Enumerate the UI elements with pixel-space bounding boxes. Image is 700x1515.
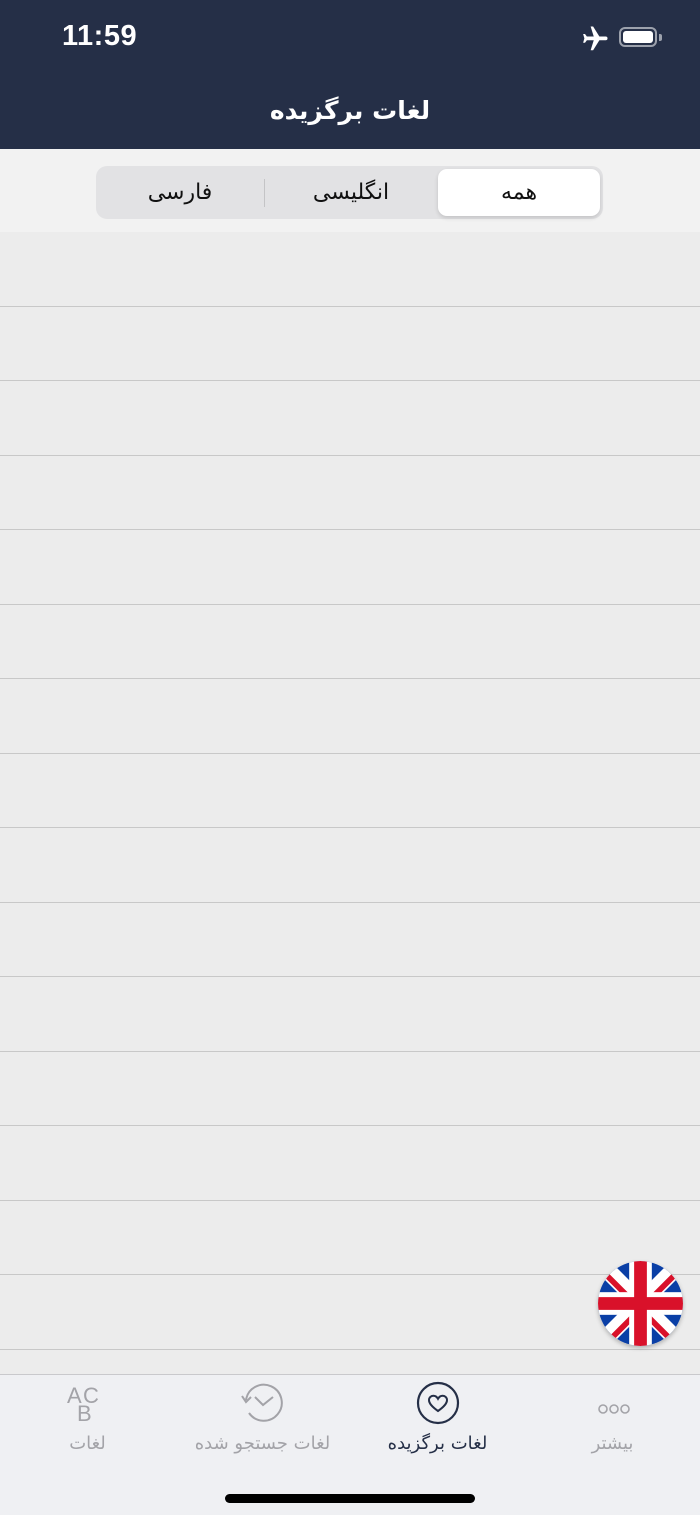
list-item [0, 1126, 700, 1201]
tab-words-label: لغات [69, 1433, 106, 1454]
more-icon [598, 1404, 630, 1414]
list-item [0, 754, 700, 828]
airplane-mode-icon [583, 26, 608, 51]
list-item [0, 307, 700, 381]
heart-icon [416, 1381, 460, 1425]
list-item [0, 456, 700, 530]
history-icon [241, 1383, 283, 1422]
battery-icon [619, 27, 657, 47]
language-flag-button[interactable] [598, 1261, 683, 1346]
tab-words[interactable]: A C B لغات [0, 1375, 175, 1475]
list-item [0, 679, 700, 754]
favorites-list[interactable] [0, 232, 700, 1374]
uk-flag-icon [598, 1261, 683, 1346]
navigation-header: 11:59 لغات برگزیده [0, 0, 700, 149]
list-item [0, 828, 700, 903]
list-item [0, 605, 700, 679]
tab-favorites-label: لغات برگزیده [387, 1433, 488, 1454]
favorites-screen: 11:59 لغات برگزیده فارسی انگلیسی همه بیش… [0, 0, 700, 1515]
list-item [0, 1052, 700, 1126]
list-item [0, 977, 700, 1052]
tab-bar: بیشتر لغات برگزیده لغات جستجو شده A C B … [0, 1374, 700, 1515]
list-item [0, 232, 700, 307]
status-time: 11:59 [62, 20, 138, 52]
tab-history[interactable]: لغات جستجو شده [175, 1375, 350, 1475]
segment-bar: فارسی انگلیسی همه [0, 149, 700, 232]
list-item [0, 1201, 700, 1275]
segment-all[interactable]: همه [438, 169, 600, 216]
segment-persian[interactable]: فارسی [102, 169, 258, 216]
list-item [0, 381, 700, 456]
svg-text:B: B [77, 1401, 92, 1425]
segment-divider [264, 179, 265, 207]
tab-history-label: لغات جستجو شده [194, 1433, 331, 1454]
language-filter-segmented-control: فارسی انگلیسی همه [96, 166, 603, 219]
page-title: لغات برگزیده [269, 96, 431, 125]
battery-cap [659, 34, 662, 41]
tab-more-label: بیشتر [591, 1433, 634, 1454]
list-item [0, 1350, 700, 1375]
list-item [0, 530, 700, 605]
list-item [0, 903, 700, 977]
home-indicator [225, 1494, 475, 1503]
segment-english[interactable]: انگلیسی [268, 169, 434, 216]
abc-icon: A C B [67, 1383, 99, 1425]
list-item [0, 1275, 700, 1350]
tab-more[interactable]: بیشتر [525, 1375, 700, 1475]
tab-favorites[interactable]: لغات برگزیده [350, 1375, 525, 1475]
